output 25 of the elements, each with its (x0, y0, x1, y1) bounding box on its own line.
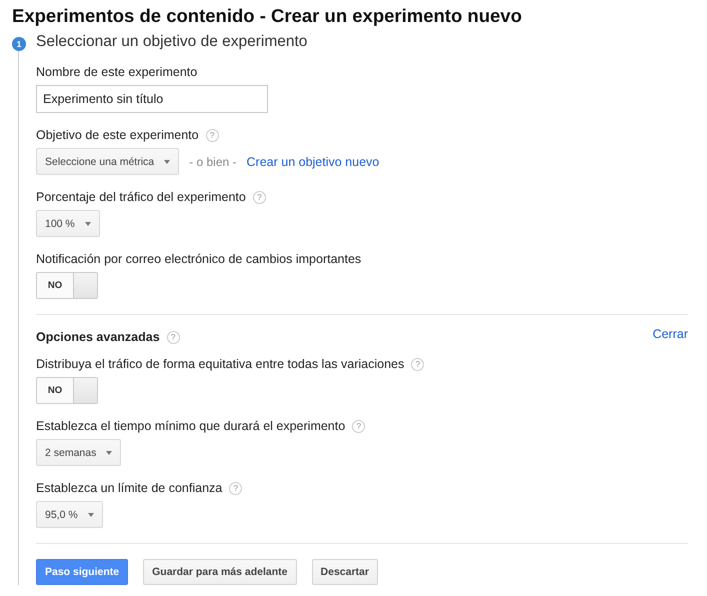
field-label: Objetivo de este experimento (36, 128, 199, 142)
select-dropdown[interactable]: 100 % (36, 210, 100, 237)
create-goal-link[interactable]: Crear un objetivo nuevo (246, 154, 380, 168)
step-number: 1 (12, 37, 26, 51)
field-label: Nombre de este experimento (36, 65, 198, 79)
select-dropdown[interactable]: 95,0 % (36, 501, 103, 528)
field-label: Porcentaje del tráfico del experimento (36, 190, 246, 204)
select-dropdown[interactable]: Seleccione una métrica (36, 148, 180, 175)
field-label: Establezca el tiempo mínimo que durará el experimento (36, 419, 346, 433)
toggle-state-label: NO (37, 273, 73, 298)
select-dropdown[interactable]: 2 semanas (36, 439, 122, 466)
separator-text: - o bien - (189, 154, 237, 168)
toggle-state-label: NO (37, 378, 73, 403)
step-title: Seleccionar un objetivo de experimento (36, 33, 308, 51)
field-label: Establezca un límite de confianza (36, 481, 222, 495)
field-label: Notificación por correo electrónico de cambios importantes (36, 252, 362, 266)
name-input[interactable]: Experimento sin título (36, 85, 268, 113)
toggle-switch[interactable]: NO (36, 272, 98, 299)
close-link[interactable]: Cerrar (652, 327, 688, 341)
field-label: Distribuya el tráfico de forma equitativa entre todas las variaciones (36, 357, 404, 371)
page-title: Experimentos de contenido - Crear un experimento nuevo (12, 5, 523, 27)
section-title: Opciones avanzadas (36, 330, 160, 344)
action-button[interactable]: Descartar (312, 559, 378, 585)
toggle-switch[interactable]: NO (36, 377, 98, 404)
action-button[interactable]: Guardar para más adelante (143, 559, 297, 585)
